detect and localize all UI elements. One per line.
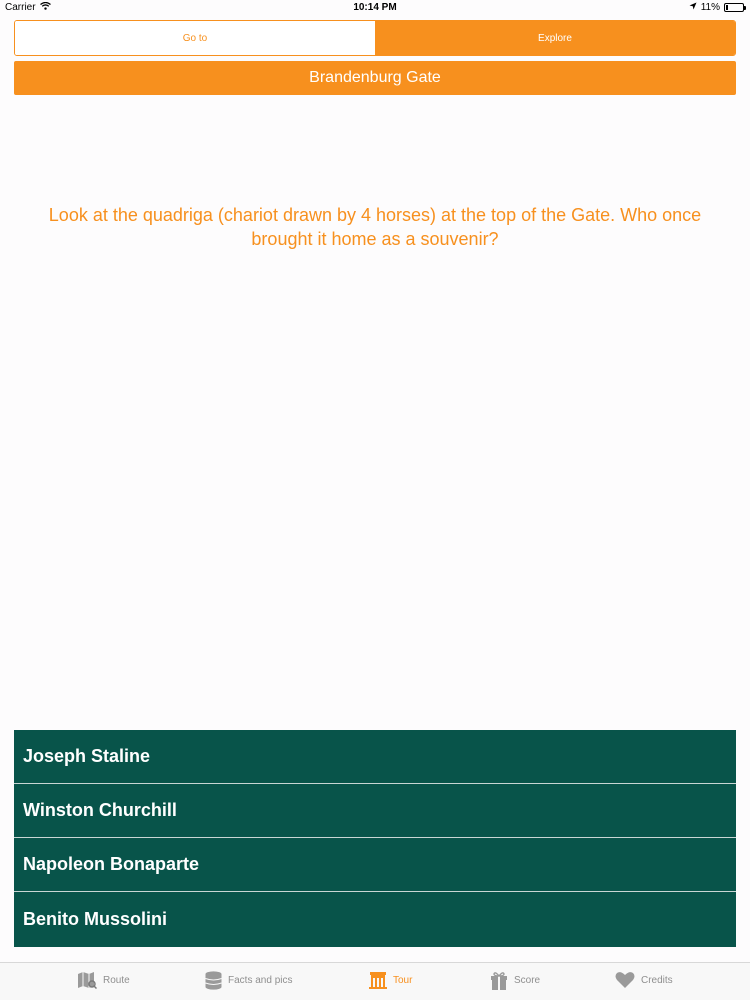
tab-tour[interactable]: Tour (369, 971, 412, 989)
answer-option-1[interactable]: Joseph Staline (14, 730, 736, 784)
tab-facts[interactable]: Facts and pics (205, 971, 292, 990)
answer-option-4[interactable]: Benito Mussolini (14, 892, 736, 947)
database-icon (205, 971, 222, 990)
gift-icon (490, 971, 508, 990)
tab-credits-label: Credits (641, 974, 673, 986)
status-time: 10:14 PM (353, 2, 397, 13)
answer-list: Joseph Staline Winston Churchill Napoleo… (14, 730, 736, 947)
segment-explore[interactable]: Explore (375, 21, 735, 55)
quiz-question: Look at the quadriga (chariot drawn by 4… (48, 205, 702, 249)
map-icon (77, 971, 97, 989)
building-icon (369, 971, 387, 989)
battery-icon (724, 3, 746, 12)
mode-segmented-control: Go to Explore (14, 20, 736, 56)
tab-facts-label: Facts and pics (228, 975, 293, 986)
tab-route[interactable]: Route (77, 971, 130, 989)
status-bar: Carrier 10:14 PM 11% (0, 0, 750, 16)
battery-percent: 11% (700, 2, 720, 13)
segment-goto[interactable]: Go to (15, 21, 375, 55)
tab-tour-label: Tour (393, 974, 413, 986)
tab-bar: Route Facts and pics Tour Score Credits (0, 962, 750, 1000)
tab-score[interactable]: Score (490, 971, 540, 990)
status-right: 11% (689, 2, 746, 13)
tab-route-label: Route (103, 974, 130, 986)
location-arrow-icon (689, 2, 697, 13)
tab-score-label: Score (514, 975, 541, 986)
heart-icon (615, 971, 635, 989)
answer-option-3[interactable]: Napoleon Bonaparte (14, 838, 736, 892)
location-title: Brandenburg Gate (14, 61, 736, 95)
answer-option-2[interactable]: Winston Churchill (14, 784, 736, 838)
tab-credits[interactable]: Credits (615, 971, 673, 989)
